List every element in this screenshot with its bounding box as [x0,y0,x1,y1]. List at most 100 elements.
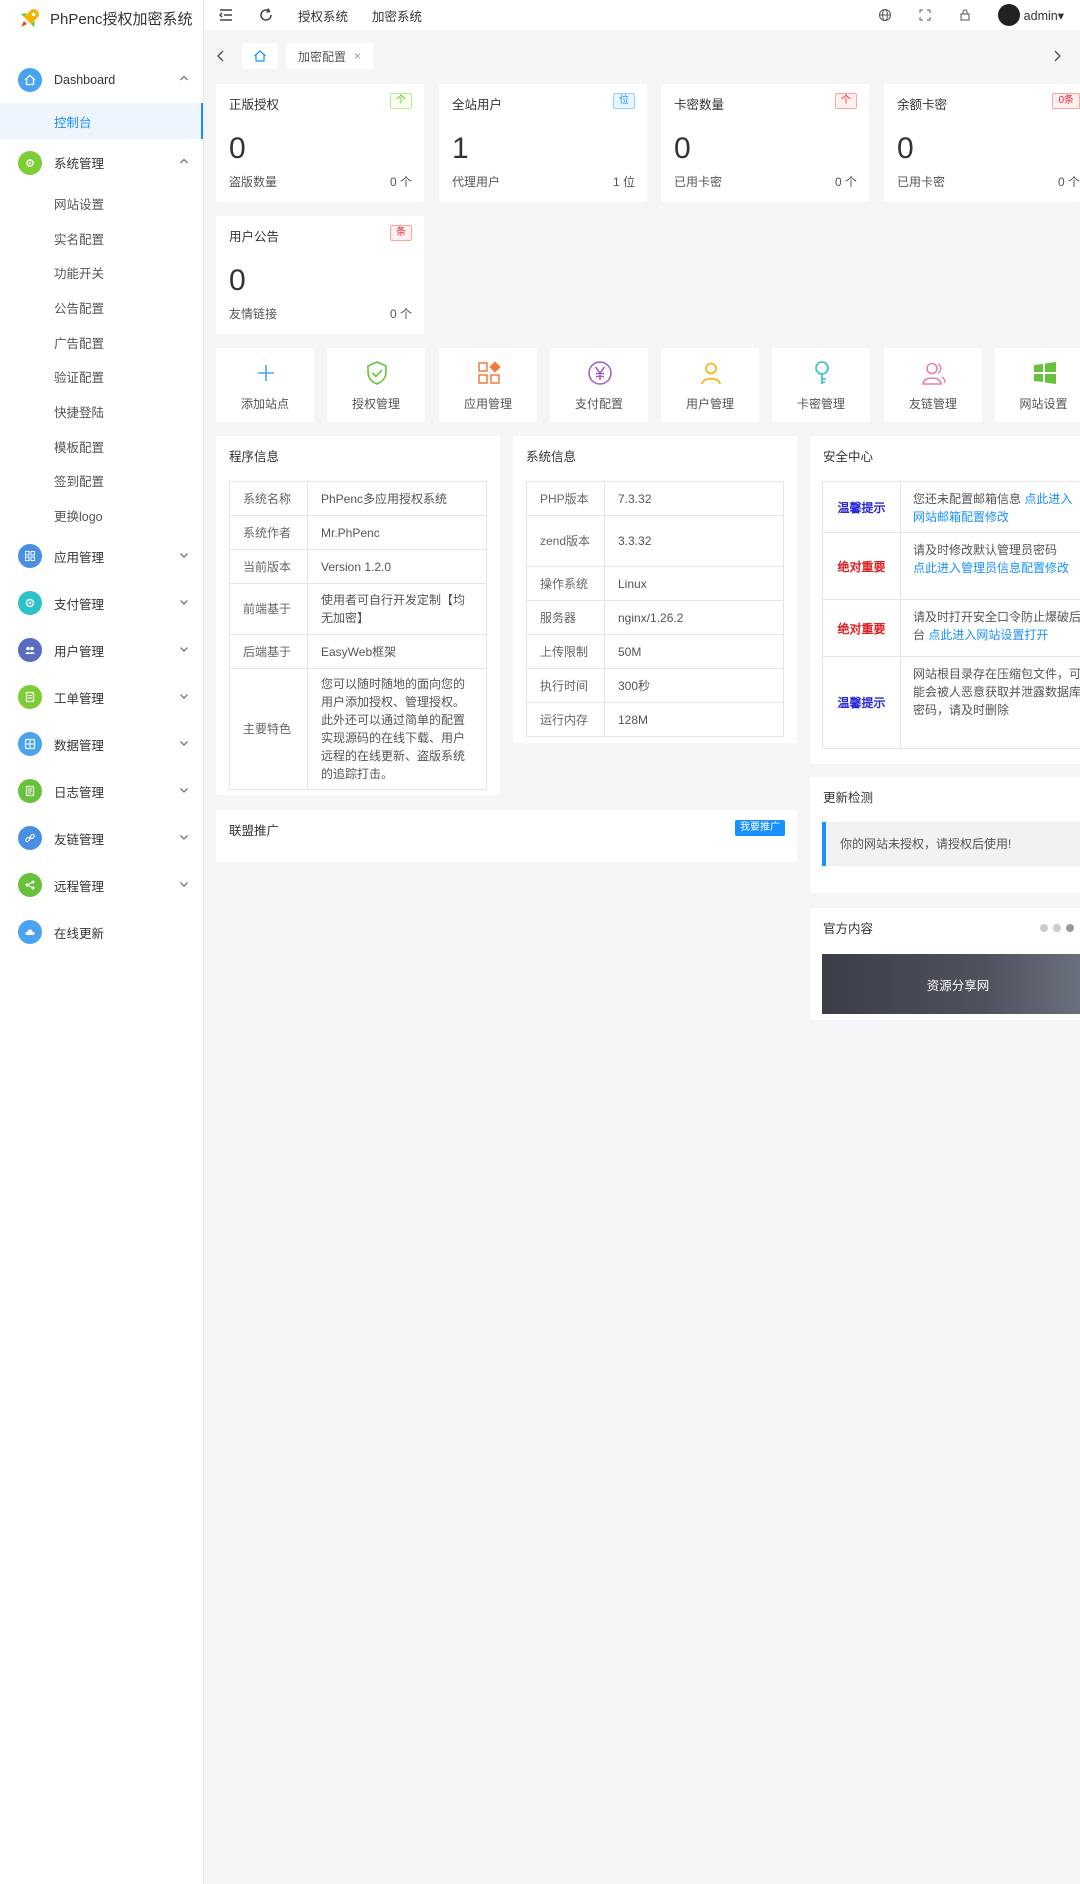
fullscreen-icon[interactable] [918,8,932,22]
shortcut-auth-manage[interactable]: 授权管理 [327,348,425,422]
security-row: 绝对重要 请及时修改默认管理员密码 点此进入管理员信息配置修改 [822,532,1080,600]
table-row: 服务器 nginx/1.26.2 [526,600,784,635]
chevron-right-icon[interactable] [1050,49,1064,63]
shortcut-app-manage[interactable]: 应用管理 [439,348,537,422]
stat-foot-label: 已用卡密 [897,175,946,189]
sidebar-item-logs[interactable]: 日志管理 [0,768,203,815]
sidebar-subitem-feature-switch[interactable]: 功能开关 [0,255,203,290]
users-icon [18,638,42,663]
table-row: 后端基于 EasyWeb框架 [229,634,487,669]
carousel-dot[interactable] [1053,924,1061,932]
panel-title: 系统信息 [526,450,577,464]
config-link[interactable]: 点此进入管理员信息配置修改 [913,561,1069,575]
sidebar-item-label: 用户管理 [54,644,105,659]
sidebar-subitem-quick-login[interactable]: 快捷登陆 [0,394,203,429]
sidebar-subitem-website-settings[interactable]: 网站设置 [0,186,203,221]
shortcut-link-manage[interactable]: 友链管理 [884,348,982,422]
chevron-up-icon [180,75,188,81]
panel-title: 官方内容 [823,922,874,936]
sidebar-item-remote[interactable]: 远程管理 [0,862,203,909]
stat-foot-label: 代理用户 [452,175,501,189]
close-icon[interactable]: × [354,49,361,63]
panel-title: 安全中心 [823,450,874,464]
row-key: 后端基于 [229,634,308,669]
yen-icon [588,361,612,385]
sidebar-subitem-realname[interactable]: 实名配置 [0,221,203,256]
sidebar-item-console[interactable]: 控制台 [0,103,203,139]
carousel-dot[interactable] [1066,924,1074,932]
row-key: PHP版本 [526,481,605,516]
sidebar-item-users[interactable]: 用户管理 [0,627,203,674]
shortcut-user-manage[interactable]: 用户管理 [661,348,759,422]
refresh-icon[interactable] [258,7,274,23]
menu-fold-icon[interactable] [218,7,234,23]
sidebar: PhPenc授权加密系统 Dashboard 控制台 系统管理 网站设置 实名配… [0,0,204,1884]
sidebar-item-online-update[interactable]: 在线更新 [0,909,203,956]
sidebar-item-apps[interactable]: 应用管理 [0,533,203,580]
row-key: 上传限制 [526,634,605,669]
sidebar-subitem-signin[interactable]: 签到配置 [0,464,203,499]
globe-icon[interactable] [878,8,892,22]
sidebar-subitem-template[interactable]: 模板配置 [0,429,203,464]
row-key: 当前版本 [229,549,308,584]
top-link-auth-system[interactable]: 授权系统 [298,6,348,25]
program-info-panel: 程序信息 系统名称 PhPenc多应用授权系统 系统作者 Mr.PhPenc 当前版… [216,436,500,795]
user-menu[interactable]: admin▾ [1024,8,1064,23]
program-info-table: 系统名称 PhPenc多应用授权系统 系统作者 Mr.PhPenc 当前版本 Vers… [229,481,487,790]
stat-foot-label: 盗版数量 [229,175,278,189]
tab-home[interactable] [242,43,278,69]
chevron-left-icon[interactable] [214,49,228,63]
stat-foot-value: 0 个 [1057,175,1080,189]
sidebar-item-system[interactable]: 系统管理 [0,139,203,186]
sidebar-item-label: 数据管理 [54,738,105,753]
shortcut-add-site[interactable]: 添加站点 [216,348,314,422]
chevron-down-icon [180,693,188,699]
rocket-icon [21,9,39,27]
shortcut-card-manage[interactable]: 卡密管理 [772,348,870,422]
sidebar-subitem-verify[interactable]: 验证配置 [0,359,203,394]
sidebar-subitem-logo[interactable]: 更换logo [0,498,203,533]
avatar[interactable] [997,4,1020,26]
stat-title: 用户公告 [229,230,280,244]
row-value: 300秒 [604,668,784,703]
shortcut-site-settings[interactable]: 网站设置 [995,348,1080,422]
shortcut-pay-config[interactable]: 支付配置 [550,348,648,422]
row-value: 3.3.32 [604,515,784,567]
row-value: 使用者可自行开发定制【均无加密】 [307,583,487,635]
config-link[interactable]: 点此进入网站设置打开 [928,628,1048,642]
sidebar-item-dashboard[interactable]: Dashboard [0,56,203,103]
table-row: 系统作者 Mr.PhPenc [229,515,487,550]
apps-icon [478,361,501,384]
sidebar-item-label: 应用管理 [54,550,105,565]
row-key: 主要特色 [229,668,308,790]
row-key: 服务器 [526,600,605,635]
sidebar-item-tickets[interactable]: 工单管理 [0,674,203,721]
system-info-table: PHP版本 7.3.32 zend版本 3.3.32 操作系统 Linux 服务器 ng… [526,481,784,737]
app-logo[interactable]: PhPenc授权加密系统 [0,0,203,36]
row-value: Mr.PhPenc [307,515,487,550]
chevron-down-icon [180,552,188,558]
promo-panel: 联盟推广 我要推广 [216,810,797,862]
table-row: 前端基于 使用者可自行开发定制【均无加密】 [229,583,487,635]
official-banner[interactable]: 资源分享网 [822,954,1080,1014]
top-link-encrypt-system[interactable]: 加密系统 [372,6,422,25]
sidebar-item-links[interactable]: 友链管理 [0,815,203,862]
promote-button[interactable]: 我要推广 [735,820,785,836]
stat-badge: 个 [835,93,857,109]
stat-badge: 个 [390,93,412,109]
chevron-down-icon [180,787,188,793]
sidebar-subitem-notice[interactable]: 公告配置 [0,290,203,325]
security-row: 温馨提示 网站根目录存在压缩包文件，可能会被人恶意获取并泄露数据库密码，请及时删… [822,656,1080,749]
sidebar-subitem-ads[interactable]: 广告配置 [0,325,203,360]
chevron-down-icon [180,646,188,652]
row-key: 系统名称 [229,481,308,516]
tab-encrypt-config[interactable]: 加密配置 × [286,43,374,69]
sidebar-item-payment[interactable]: 支付管理 [0,580,203,627]
lock-icon[interactable] [958,8,972,22]
sidebar-item-label: Dashboard [54,72,116,87]
carousel-dot[interactable] [1040,924,1048,932]
sidebar-item-data[interactable]: 数据管理 [0,721,203,768]
table-row: 上传限制 50M [526,634,784,669]
cloud-icon [18,920,42,945]
shortcut-label: 友链管理 [908,397,957,411]
